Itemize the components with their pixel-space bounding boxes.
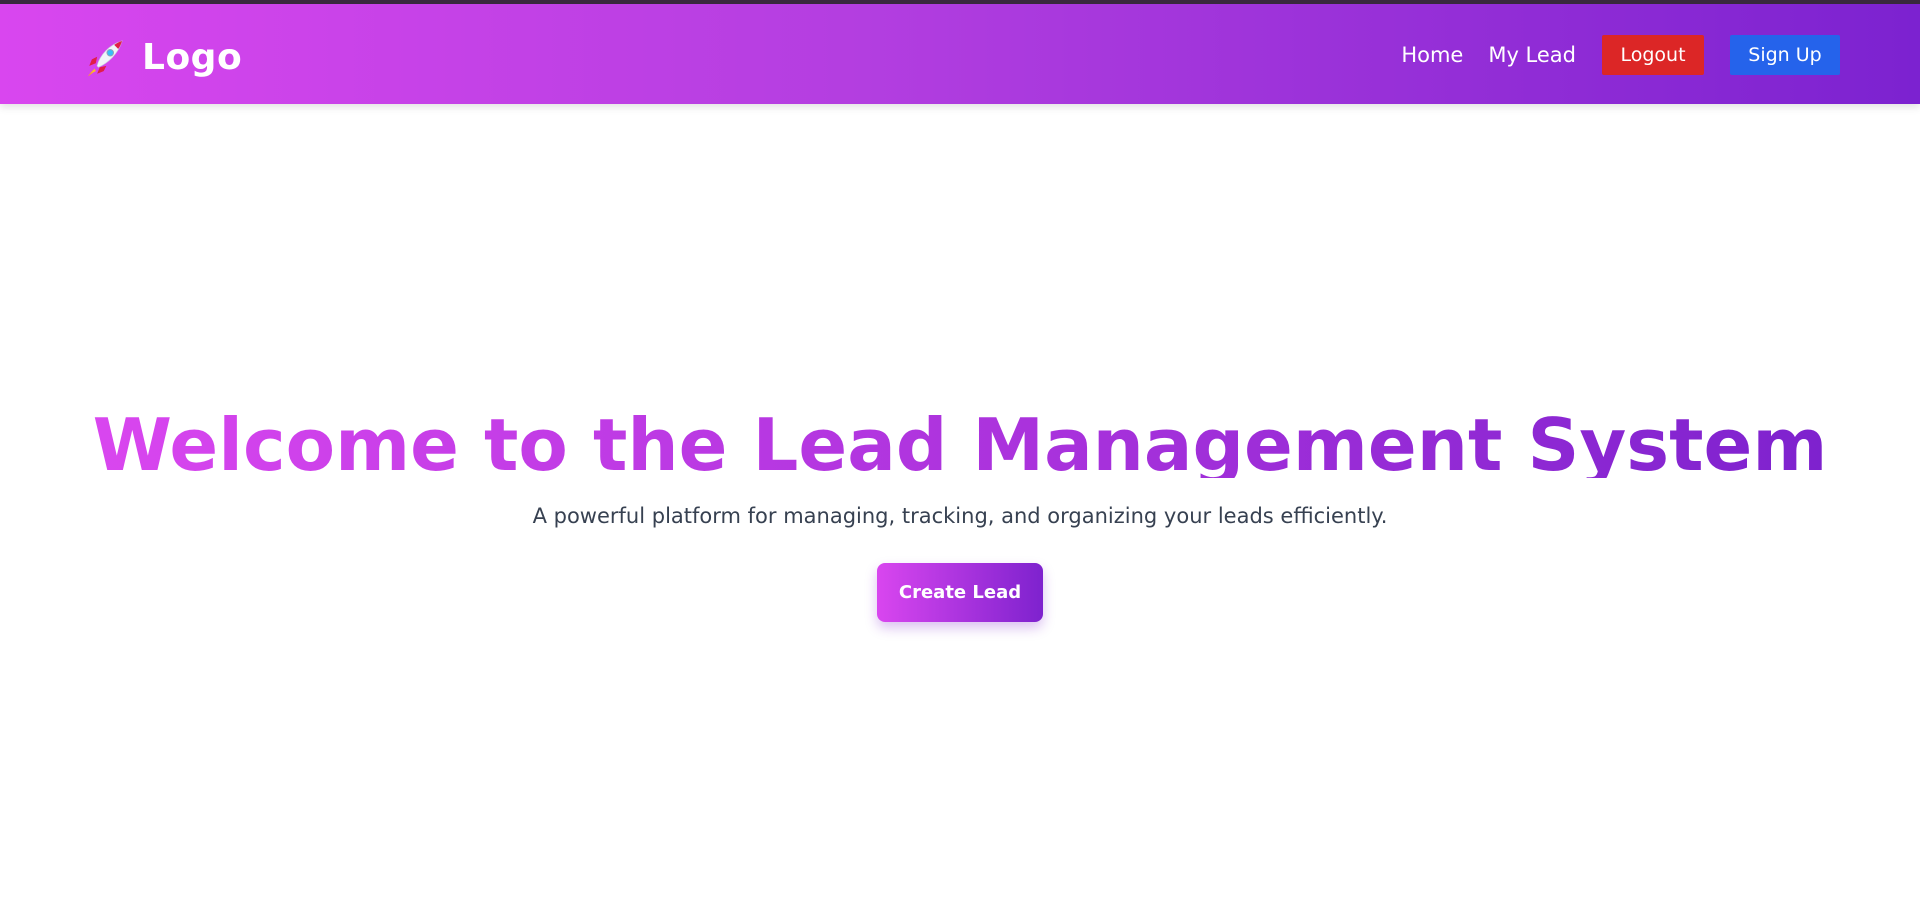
- hero-title: Welcome to the Lead Management System: [0, 400, 1920, 478]
- navbar: Logo Home My Lead Logout Sign Up: [0, 4, 1920, 104]
- logo-text: Logo: [142, 37, 243, 78]
- main-nav: Home My Lead Logout Sign Up: [1376, 35, 1840, 75]
- sign-up-button[interactable]: Sign Up: [1730, 35, 1840, 75]
- create-lead-button[interactable]: Create Lead: [877, 563, 1043, 622]
- hero-subtitle: A powerful platform for managing, tracki…: [532, 504, 1388, 528]
- brand[interactable]: Logo: [84, 34, 242, 82]
- logout-button[interactable]: Logout: [1602, 35, 1704, 75]
- hero-title-text: Welcome to the Lead Management System: [93, 403, 1828, 478]
- nav-home-link[interactable]: Home: [1401, 44, 1463, 66]
- nav-my-lead-link[interactable]: My Lead: [1488, 44, 1576, 66]
- rocket-icon: [84, 37, 126, 79]
